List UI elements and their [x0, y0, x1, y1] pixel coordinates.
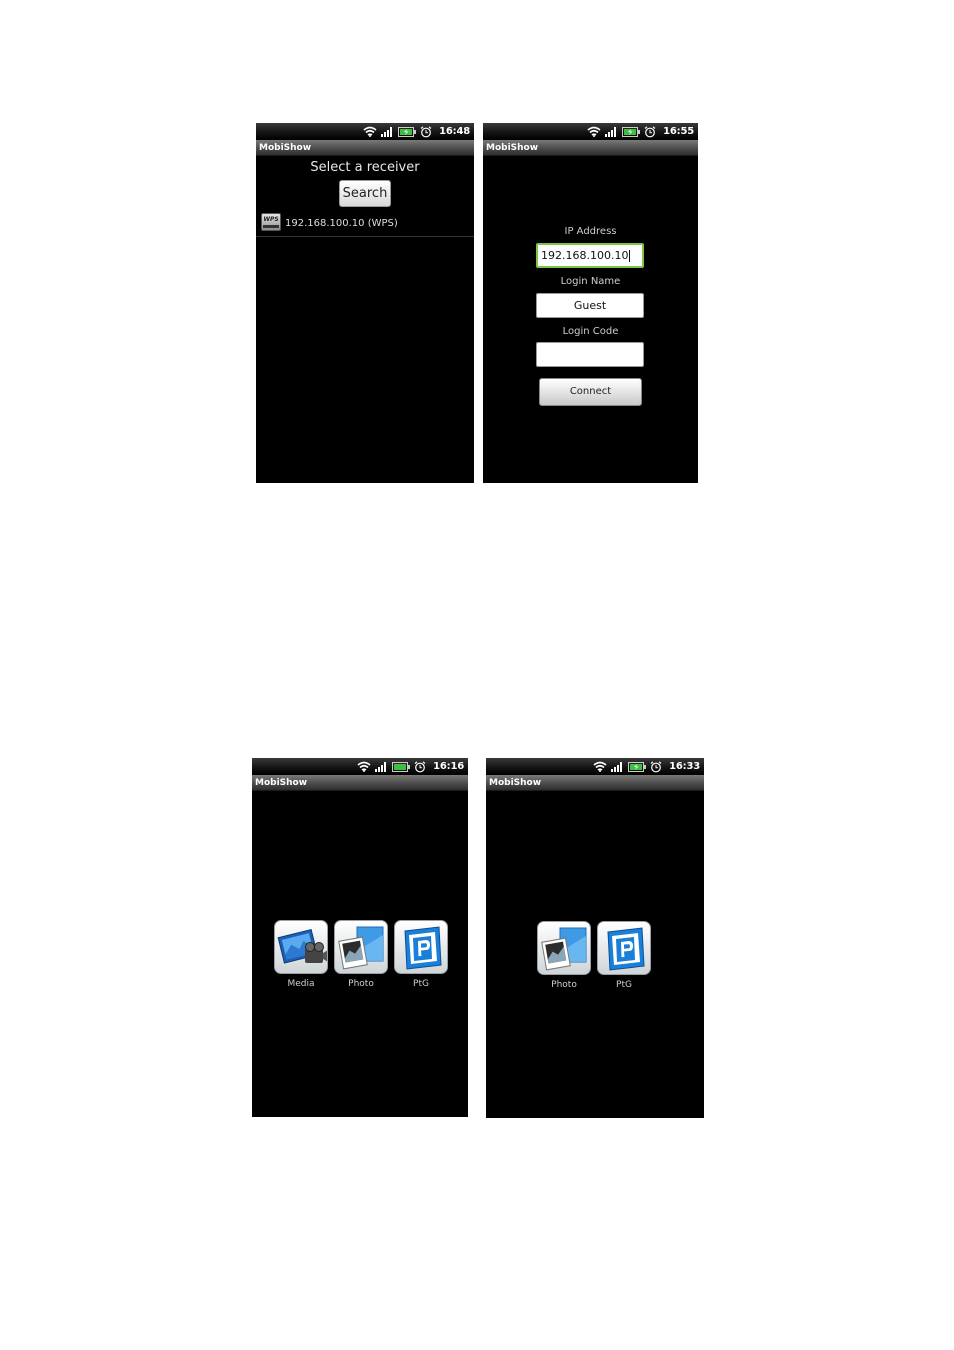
battery-icon: [622, 126, 641, 137]
ptg-app-button[interactable]: [597, 921, 651, 975]
alarm-icon: [650, 760, 662, 772]
battery-icon: [628, 761, 647, 772]
photo-app-icon: [541, 927, 587, 971]
wifi-icon: [593, 761, 607, 772]
ptg-app-button[interactable]: [394, 920, 448, 974]
photo-app-label: Photo: [348, 979, 374, 989]
ip-address-input[interactable]: 192.168.100.10: [536, 243, 644, 268]
app-title-bar: MobiShow: [256, 140, 474, 156]
battery-icon: [398, 126, 417, 137]
status-time: 16:16: [433, 761, 464, 772]
status-time: 16:55: [663, 126, 694, 137]
app-title-bar: MobiShow: [486, 775, 704, 791]
search-button[interactable]: Search: [339, 180, 391, 207]
screen-login: 16:55 MobiShow IP Address 192.168.100.10…: [483, 123, 698, 483]
ptg-app-icon: [607, 927, 645, 971]
media-app-label: Media: [287, 979, 315, 989]
app-title-bar: MobiShow: [483, 140, 698, 156]
wps-receiver-icon: WPS: [261, 213, 281, 231]
photo-app-button[interactable]: [334, 920, 388, 974]
status-time: 16:33: [669, 761, 700, 772]
screen-app-menu-two: 16:33 MobiShow Photo PtG: [486, 758, 704, 1118]
connect-button[interactable]: Connect: [539, 378, 642, 406]
photo-app-label: Photo: [551, 980, 577, 990]
alarm-icon: [644, 125, 656, 137]
status-bar: 16:48: [256, 123, 474, 140]
signal-icon: [375, 762, 387, 772]
receiver-list-item[interactable]: WPS 192.168.100.10 (WPS): [256, 210, 474, 237]
receiver-address: 192.168.100.10 (WPS): [285, 218, 398, 229]
screen-select-receiver: 16:48 MobiShow Select a receiver Search …: [256, 123, 474, 483]
wifi-icon: [363, 126, 377, 137]
status-bar: 16:16: [252, 758, 468, 775]
signal-icon: [611, 762, 623, 772]
media-app-icon: [277, 928, 327, 964]
signal-icon: [605, 127, 617, 137]
text-cursor: [629, 250, 631, 262]
photo-app-button[interactable]: [537, 921, 591, 975]
status-bar: 16:55: [483, 123, 698, 140]
ptg-app-icon: [404, 926, 442, 970]
login-code-label: Login Code: [562, 326, 619, 337]
alarm-icon: [420, 125, 432, 137]
photo-app-icon: [338, 926, 384, 970]
wifi-icon: [357, 761, 371, 772]
wifi-icon: [587, 126, 601, 137]
ip-address-value: 192.168.100.10: [541, 249, 629, 262]
screen-app-menu-three: 16:16 MobiShow Media Photo PtG: [252, 758, 468, 1117]
status-time: 16:48: [439, 126, 470, 137]
ptg-app-label: PtG: [616, 980, 632, 990]
ip-address-label: IP Address: [564, 226, 617, 237]
media-app-button[interactable]: [274, 920, 328, 974]
app-title-bar: MobiShow: [252, 775, 468, 791]
login-name-input[interactable]: Guest: [536, 293, 644, 318]
status-bar: 16:33: [486, 758, 704, 775]
ptg-app-label: PtG: [413, 979, 429, 989]
select-receiver-heading: Select a receiver: [310, 160, 420, 175]
alarm-icon: [414, 760, 426, 772]
signal-icon: [381, 127, 393, 137]
login-name-label: Login Name: [560, 276, 621, 287]
battery-icon: [392, 761, 411, 772]
login-code-input[interactable]: [536, 342, 644, 367]
